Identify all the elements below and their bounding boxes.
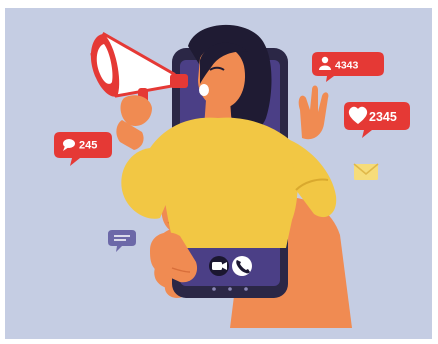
yellow-sweater	[150, 117, 298, 248]
open-mouth	[199, 84, 209, 96]
followers-count: 4343	[335, 60, 359, 72]
phone-nav-dot	[228, 287, 232, 291]
influencer-illustration: 4343 2345 245	[0, 0, 438, 344]
megaphone-mouthpiece	[170, 74, 188, 88]
phone-call-button[interactable]	[232, 256, 252, 276]
phone-nav-dot	[244, 287, 248, 291]
envelope-icon	[353, 163, 379, 180]
comments-count: 245	[79, 140, 97, 152]
video-call-button[interactable]	[209, 256, 229, 276]
phone-nav-dot	[212, 287, 216, 291]
video-camera-icon	[212, 262, 227, 270]
likes-count: 2345	[369, 110, 397, 124]
illustration-frame: 4343 2345 245	[0, 0, 438, 344]
